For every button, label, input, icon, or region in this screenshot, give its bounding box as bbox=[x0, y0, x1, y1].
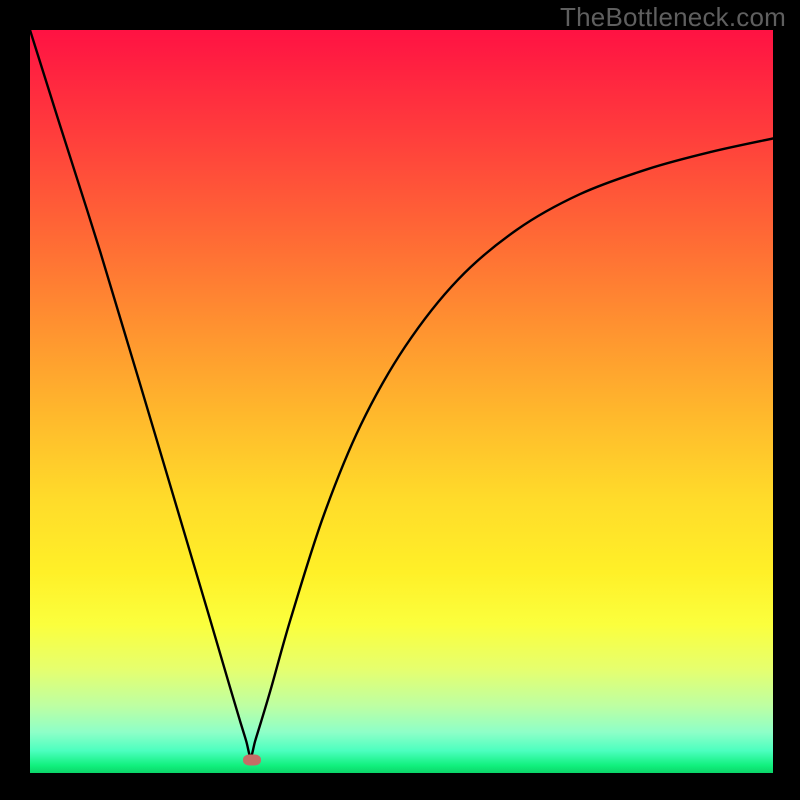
chart-frame: TheBottleneck.com bbox=[0, 0, 800, 800]
bottleneck-curve bbox=[30, 30, 773, 773]
minimum-marker bbox=[243, 754, 261, 765]
plot-area bbox=[30, 30, 773, 773]
watermark-text: TheBottleneck.com bbox=[560, 2, 786, 33]
